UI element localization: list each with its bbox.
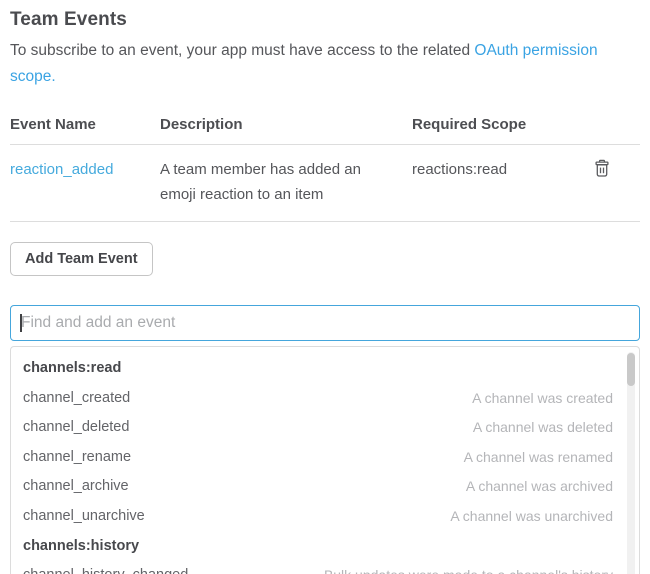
event-description: A channel was created	[472, 384, 613, 414]
column-header-description: Description	[160, 116, 412, 133]
event-name: channel_archive	[23, 472, 129, 502]
column-header-required-scope: Required Scope	[412, 116, 590, 133]
team-events-panel: Team Events To subscribe to an event, yo…	[0, 9, 650, 574]
trash-icon	[594, 166, 610, 181]
table-header-row: Event Name Description Required Scope	[10, 108, 640, 145]
event-name-cell: reaction_added	[10, 157, 160, 182]
dropdown-item-channel-rename[interactable]: channel_rename A channel was renamed	[11, 443, 639, 473]
dropdown-group-channels-history: channels:history	[11, 532, 639, 562]
actions-cell	[590, 157, 640, 186]
event-name: channel_rename	[23, 443, 131, 473]
subscribed-events-table: Event Name Description Required Scope re…	[10, 108, 640, 222]
event-name: channel_created	[23, 384, 130, 414]
event-name: channel_deleted	[23, 413, 129, 443]
dropdown-item-channel-unarchive[interactable]: channel_unarchive A channel was unarchiv…	[11, 502, 639, 532]
text-caret	[20, 314, 22, 332]
dropdown-item-channel-history-changed[interactable]: channel_history_changed Bulk updates wer…	[11, 561, 639, 574]
add-team-event-button[interactable]: Add Team Event	[10, 242, 153, 276]
event-name: channel_unarchive	[23, 502, 145, 532]
scope-group-label: channels:history	[23, 532, 139, 562]
scope-group-label: channels:read	[23, 354, 121, 384]
event-description: A channel was unarchived	[450, 502, 613, 532]
column-header-event-name: Event Name	[10, 116, 160, 133]
event-suggestions-dropdown: channels:read channel_created A channel …	[10, 346, 640, 574]
dropdown-item-channel-created[interactable]: channel_created A channel was created	[11, 384, 639, 414]
dropdown-item-channel-deleted[interactable]: channel_deleted A channel was deleted	[11, 413, 639, 443]
table-row: reaction_added A team member has added a…	[10, 145, 640, 222]
dropdown-item-channel-archive[interactable]: channel_archive A channel was archived	[11, 472, 639, 502]
intro-paragraph: To subscribe to an event, your app must …	[10, 38, 610, 90]
find-event-input[interactable]	[10, 305, 640, 341]
required-scope-cell: reactions:read	[412, 157, 590, 182]
event-name: channel_history_changed	[23, 561, 188, 574]
event-description: A channel was archived	[466, 472, 613, 502]
intro-text: To subscribe to an event, your app must …	[10, 42, 474, 59]
event-description: A channel was deleted	[473, 413, 613, 443]
event-description: Bulk updates were made to a channel's hi…	[324, 561, 613, 574]
page-title: Team Events	[10, 9, 640, 31]
reaction-added-event-link[interactable]: reaction_added	[10, 161, 113, 178]
event-description: A channel was renamed	[464, 443, 613, 473]
event-description-cell: A team member has added an emoji reactio…	[160, 157, 412, 207]
delete-event-button[interactable]	[594, 159, 610, 178]
event-search-container	[10, 305, 640, 341]
dropdown-scrollbar-thumb[interactable]	[627, 353, 635, 386]
dropdown-scrollbar-track[interactable]	[627, 352, 635, 574]
dropdown-group-channels-read: channels:read	[11, 354, 639, 384]
